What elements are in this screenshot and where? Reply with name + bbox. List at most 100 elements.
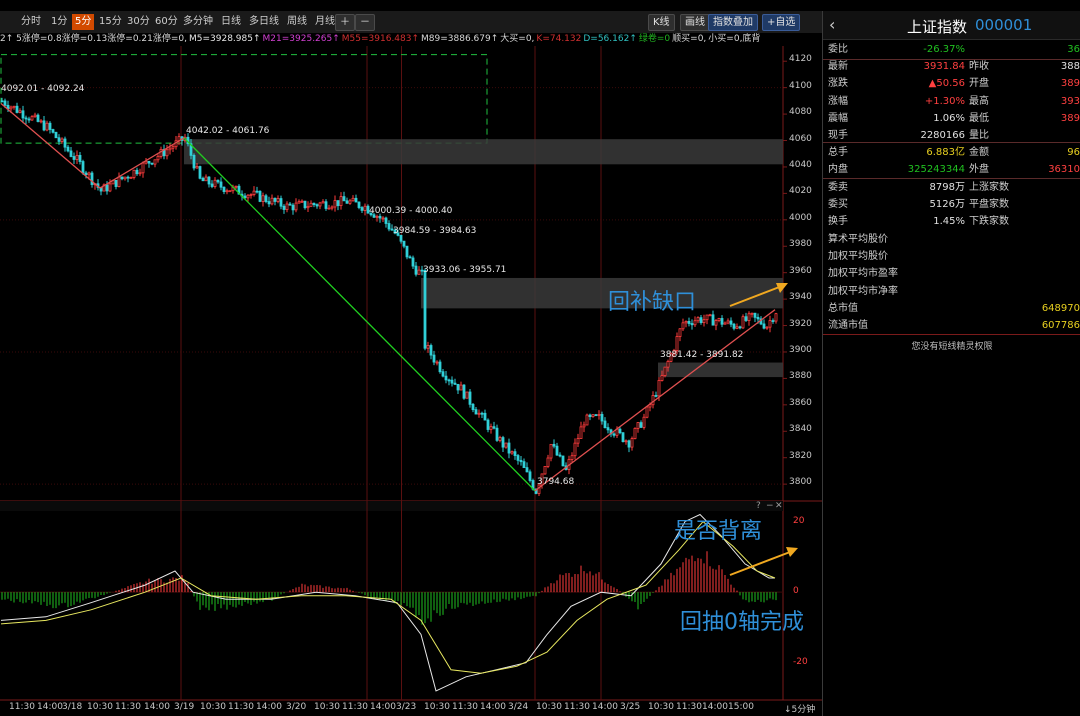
candle xyxy=(24,117,28,120)
candle xyxy=(591,414,595,418)
candle xyxy=(12,105,16,108)
candle xyxy=(105,184,109,192)
candle xyxy=(741,316,745,329)
candle xyxy=(114,179,118,187)
candle xyxy=(735,326,739,329)
candle xyxy=(156,155,160,161)
candle xyxy=(408,256,412,259)
candle xyxy=(243,195,247,199)
candle xyxy=(582,424,586,428)
candle xyxy=(624,440,628,443)
quote-value: 389 xyxy=(1060,112,1080,124)
quote-value: 1.45% xyxy=(933,216,965,227)
candle xyxy=(0,100,4,103)
time-tick: 3/18 xyxy=(62,702,83,712)
quote-divider xyxy=(823,59,1080,60)
candle xyxy=(618,428,622,434)
quote-value: 36 xyxy=(1067,44,1080,55)
quote-value: 6.883亿 xyxy=(926,147,965,159)
time-tick: 14:00 xyxy=(592,702,618,712)
price-tick: 3900 xyxy=(789,344,812,355)
candle xyxy=(675,336,679,351)
close-icon[interactable]: ✕ xyxy=(775,501,783,511)
back-icon[interactable]: ‹ xyxy=(829,15,835,34)
candle xyxy=(108,183,112,192)
quote-value: 3931.84 xyxy=(923,61,965,73)
candle xyxy=(51,129,55,133)
market-stat-value xyxy=(1003,265,1080,282)
candle xyxy=(66,146,70,152)
candle xyxy=(39,120,43,123)
candle xyxy=(15,105,19,113)
candle xyxy=(606,427,610,431)
candle xyxy=(387,223,391,230)
candle xyxy=(405,245,409,258)
candle xyxy=(69,150,73,157)
candle xyxy=(141,162,145,174)
minimize-icon[interactable]: − xyxy=(766,501,774,511)
candle xyxy=(207,176,211,185)
quote-label: 昨收 xyxy=(969,61,989,73)
candle xyxy=(135,169,139,175)
time-tick: 14:00 xyxy=(370,702,396,712)
candle xyxy=(126,176,130,179)
candle xyxy=(558,454,562,457)
candle xyxy=(354,197,358,203)
candle xyxy=(549,443,553,459)
candle xyxy=(42,120,46,131)
time-tick: 14:00 xyxy=(256,702,282,712)
candle xyxy=(633,427,637,440)
gap-box xyxy=(184,139,783,165)
candle xyxy=(60,138,64,142)
candle xyxy=(222,186,226,192)
candle xyxy=(351,197,355,202)
price-tick: 4120 xyxy=(789,54,812,65)
quote-divider xyxy=(823,142,1080,143)
candle xyxy=(300,200,304,203)
candle xyxy=(255,190,259,193)
quote-label: 上涨家数 xyxy=(969,181,1009,193)
stock-name: 上证指数 xyxy=(907,18,968,36)
candle xyxy=(84,172,88,176)
chart-annotation: 回补缺口 xyxy=(608,290,697,315)
quote-value: 393 xyxy=(1060,95,1080,107)
candle xyxy=(72,156,76,160)
price-tick: 3840 xyxy=(789,424,812,435)
candle xyxy=(303,200,307,209)
candle xyxy=(168,147,172,151)
candle xyxy=(213,179,217,187)
candle xyxy=(78,154,82,162)
quote-value: -26.37% xyxy=(923,44,965,55)
price-tick: 3940 xyxy=(789,292,812,303)
candle xyxy=(285,203,289,210)
candle xyxy=(150,162,154,165)
candle xyxy=(306,205,310,209)
quote-value: 1.06% xyxy=(933,112,965,124)
candle xyxy=(525,467,529,473)
candle xyxy=(522,461,526,469)
candle xyxy=(681,322,685,330)
candle xyxy=(636,422,640,429)
quote-label: 换手 xyxy=(828,216,848,227)
price-tick: 3800 xyxy=(789,477,812,488)
help-icon[interactable]: ? xyxy=(756,501,761,511)
quote-value: 325243344 xyxy=(907,164,965,176)
candle xyxy=(345,200,349,204)
candle xyxy=(459,384,463,391)
time-tick: 11:30 xyxy=(452,702,478,712)
candle xyxy=(282,205,286,210)
candle xyxy=(462,384,466,399)
short-line-notice: 您没有短线精灵权限 xyxy=(911,342,993,352)
candle xyxy=(483,412,487,421)
price-tick: 3980 xyxy=(789,239,812,250)
quote-divider xyxy=(823,178,1080,179)
candle xyxy=(21,110,25,119)
candle xyxy=(561,455,565,467)
period-label: ↓5分钟 xyxy=(784,705,816,715)
candle xyxy=(513,451,517,456)
candle xyxy=(330,206,334,209)
price-tick: 4080 xyxy=(789,107,812,118)
candle xyxy=(762,323,766,329)
candle xyxy=(246,194,250,199)
candle xyxy=(288,203,292,206)
